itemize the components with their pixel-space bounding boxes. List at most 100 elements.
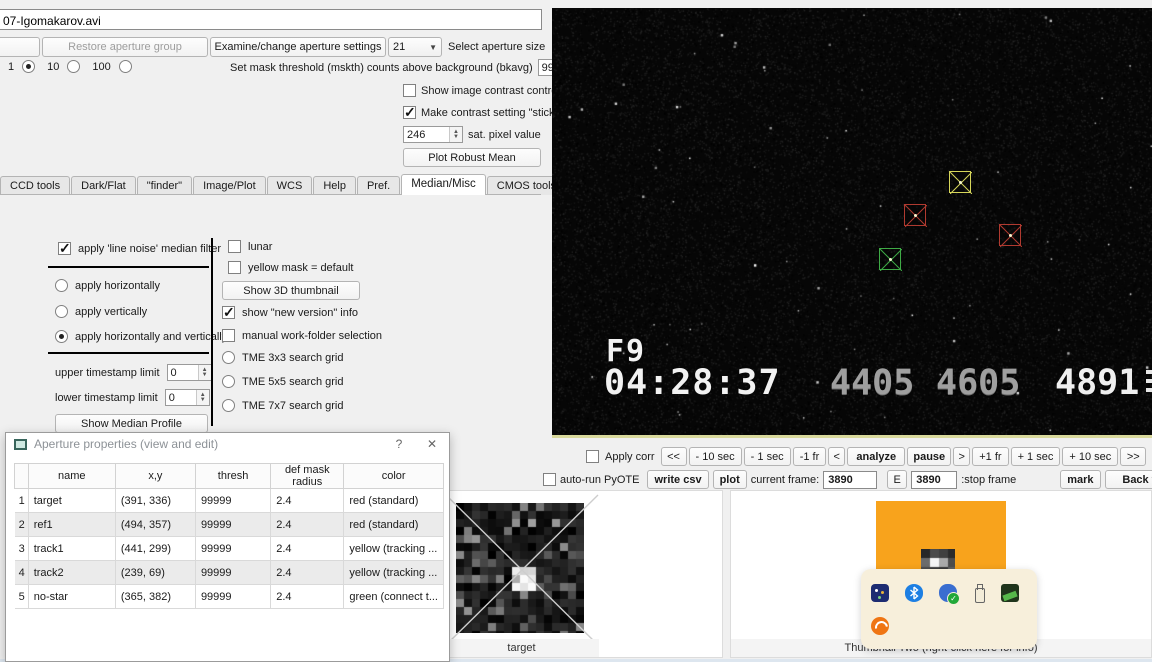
jump-end-button[interactable]: >>	[1120, 447, 1147, 466]
apply-horizontally-radio[interactable]	[55, 279, 68, 292]
cell-name[interactable]: no-star	[27, 584, 116, 609]
apply-corr-checkbox[interactable]	[586, 450, 599, 463]
cell-radius[interactable]: 2.4	[270, 488, 345, 513]
plot-button[interactable]: plot	[712, 470, 747, 489]
forward-1-sec-button[interactable]: + 1 sec	[1010, 447, 1061, 466]
cut-off-button[interactable]	[0, 37, 40, 57]
orange-circle-icon[interactable]	[871, 617, 889, 635]
cell-name[interactable]: ref1	[27, 512, 116, 537]
tab-help[interactable]: Help	[313, 176, 356, 195]
table-row[interactable]: 3 track1 (441, 299) 99999 2.4 yellow (tr…	[14, 536, 444, 561]
tab-ccd-tools[interactable]: CCD tools	[0, 176, 71, 195]
cell-color[interactable]: yellow (tracking ...	[343, 536, 444, 561]
table-row[interactable]: 2 ref1 (494, 357) 99999 2.4 red (standar…	[14, 512, 444, 537]
show-median-profile-button[interactable]: Show Median Profile	[55, 414, 208, 433]
radio-10[interactable]	[67, 60, 81, 73]
cell-name[interactable]: target	[27, 488, 116, 513]
back-1-sec-button[interactable]: - 1 sec	[743, 447, 791, 466]
jump-start-button[interactable]: <<	[660, 447, 687, 466]
mark-button[interactable]: mark	[1060, 470, 1101, 489]
aperture-marker-red-ref[interactable]	[999, 224, 1022, 247]
apply-vertically-radio[interactable]	[55, 305, 68, 318]
thumbnail-one-panel[interactable]: target	[443, 490, 723, 658]
thumbnail-two-panel[interactable]: Thumbnail Two (right-click here for info…	[730, 490, 1152, 658]
apply-both-radio[interactable]	[55, 330, 68, 343]
close-icon[interactable]: ✕	[423, 437, 441, 451]
green-app-icon[interactable]	[1001, 584, 1019, 602]
cell-thresh[interactable]: 99999	[194, 512, 272, 537]
usb-drive-icon[interactable]	[973, 584, 985, 603]
cell-thresh[interactable]: 99999	[194, 560, 272, 585]
manual-work-folder-checkbox[interactable]	[222, 329, 235, 342]
sat-pixel-spinbox[interactable]: 246 ▲ ▼	[403, 126, 463, 143]
restore-aperture-group-button[interactable]: Restore aperture group	[42, 37, 208, 57]
spinner-arrows-icon[interactable]: ▲▼	[449, 127, 462, 142]
cell-xy[interactable]: (441, 299)	[114, 536, 196, 561]
step-forward-button[interactable]: >	[953, 447, 971, 466]
cell-name[interactable]: track2	[27, 560, 116, 585]
tme-7x7-radio[interactable]	[222, 399, 235, 412]
tab-pref[interactable]: Pref.	[356, 176, 401, 195]
aperture-marker-yellow-tracking[interactable]	[949, 171, 972, 194]
tme-3x3-radio[interactable]	[222, 351, 235, 364]
lower-timestamp-spinbox[interactable]: 0 ▲ ▼	[164, 389, 210, 406]
sticky-contrast-checkbox[interactable]	[403, 104, 416, 121]
cell-radius[interactable]: 2.4	[270, 560, 345, 585]
col-def-mask-radius[interactable]: def mask radius	[270, 463, 345, 489]
current-frame-input[interactable]: 3890	[823, 470, 878, 489]
lunar-checkbox[interactable]	[228, 240, 241, 253]
new-version-info-checkbox[interactable]	[222, 304, 235, 321]
cell-xy[interactable]: (365, 382)	[114, 584, 196, 609]
back-1-frame-button[interactable]: -1 fr	[792, 447, 827, 466]
col-xy[interactable]: x,y	[114, 463, 196, 489]
cell-thresh[interactable]: 99999	[194, 488, 272, 513]
aperture-size-select[interactable]: 21 ▼	[388, 37, 442, 57]
forward-10-sec-button[interactable]: + 10 sec	[1062, 447, 1119, 466]
tab-wcs[interactable]: WCS	[266, 176, 313, 195]
back-to-mark-button[interactable]: Back to 'mark'	[1104, 470, 1152, 489]
cell-xy[interactable]: (239, 69)	[114, 560, 196, 585]
spinner-arrows-icon[interactable]: ▲▼	[195, 390, 209, 405]
tab-image-plot[interactable]: Image/Plot	[193, 176, 266, 195]
col-name[interactable]: name	[27, 463, 116, 489]
plot-robust-mean-button[interactable]: Plot Robust Mean	[403, 148, 541, 167]
show-contrast-checkbox[interactable]	[403, 84, 416, 97]
step-back-button[interactable]: <	[828, 447, 846, 466]
pause-button[interactable]: pause	[907, 447, 952, 466]
blue-app-icon[interactable]	[871, 584, 889, 602]
tab-median-misc[interactable]: Median/Misc	[401, 174, 486, 195]
upper-timestamp-spinbox[interactable]: 0 ▲ ▼	[166, 364, 212, 381]
video-frame-view[interactable]: F9 04:28:37 4405 4605 4891	[552, 8, 1152, 438]
cell-color[interactable]: red (standard)	[343, 488, 444, 513]
tab-finder[interactable]: "finder"	[136, 176, 193, 195]
dialog-title-bar[interactable]: Aperture properties (view and edit) ? ✕	[6, 433, 449, 455]
cell-thresh[interactable]: 99999	[194, 584, 272, 609]
show-3d-thumbnail-button[interactable]: Show 3D thumbnail	[222, 281, 360, 300]
spinner-arrows-icon[interactable]: ▲▼	[197, 365, 211, 380]
cell-radius[interactable]: 2.4	[270, 512, 345, 537]
cell-name[interactable]: track1	[27, 536, 116, 561]
radio-100[interactable]	[118, 60, 132, 73]
cell-thresh[interactable]: 99999	[194, 536, 272, 561]
table-row[interactable]: 1 target (391, 336) 99999 2.4 red (stand…	[14, 488, 444, 513]
filename-input[interactable]	[0, 9, 542, 30]
examine-aperture-settings-button[interactable]: Examine/change aperture settings	[210, 37, 386, 57]
aperture-marker-red-target[interactable]	[904, 204, 927, 227]
cell-color[interactable]: yellow (tracking ...	[343, 560, 444, 585]
stop-frame-input[interactable]: 3890	[911, 470, 958, 489]
tab-dark-flat[interactable]: Dark/Flat	[71, 176, 136, 195]
autorun-pyote-checkbox[interactable]	[543, 473, 556, 486]
table-row[interactable]: 5 no-star (365, 382) 99999 2.4 green (co…	[14, 584, 444, 609]
col-color[interactable]: color	[343, 463, 444, 489]
write-csv-button[interactable]: write csv	[647, 470, 709, 489]
security-shield-icon[interactable]	[939, 584, 960, 605]
aperture-marker-green-no-star[interactable]	[879, 248, 902, 271]
e-button[interactable]: E	[887, 470, 908, 489]
col-thresh[interactable]: thresh	[194, 463, 272, 489]
cell-xy[interactable]: (391, 336)	[114, 488, 196, 513]
bluetooth-icon[interactable]	[905, 584, 923, 602]
table-row[interactable]: 4 track2 (239, 69) 99999 2.4 yellow (tra…	[14, 560, 444, 585]
analyze-button[interactable]: analyze	[847, 447, 906, 466]
system-tray-flyout[interactable]	[861, 569, 1037, 649]
cell-color[interactable]: green (connect t...	[343, 584, 444, 609]
